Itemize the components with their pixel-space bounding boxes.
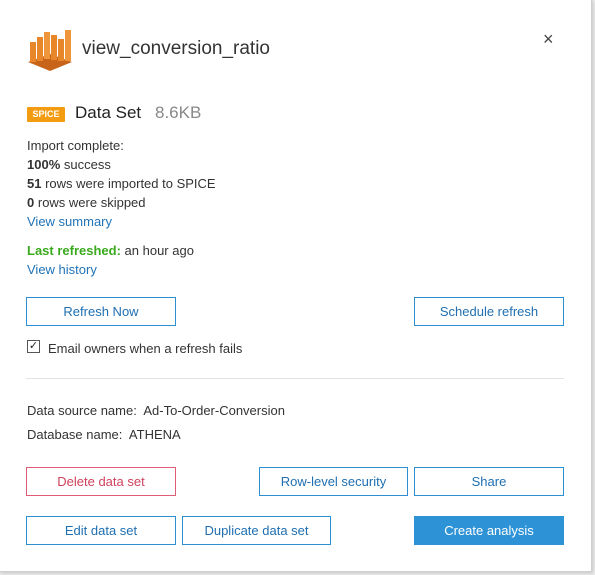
duplicate-data-set-button[interactable]: Duplicate data set (182, 516, 331, 545)
schedule-refresh-button[interactable]: Schedule refresh (414, 297, 564, 326)
delete-data-set-button[interactable]: Delete data set (26, 467, 176, 496)
view-history-link[interactable]: View history (27, 262, 97, 277)
dataset-type-label: Data Set (75, 103, 142, 122)
import-success-line: 100% success (27, 157, 111, 172)
database-label: Database name: (27, 427, 123, 442)
share-button[interactable]: Share (414, 467, 564, 496)
last-refreshed-line: Last refreshed: an hour ago (27, 243, 194, 258)
dataset-size: 8.6KB (155, 103, 202, 122)
last-refreshed-value: an hour ago (124, 243, 194, 258)
dataset-title: view_conversion_ratio (82, 38, 270, 59)
create-analysis-button[interactable]: Create analysis (414, 516, 564, 545)
email-owners-checkbox[interactable]: ✓ (27, 340, 40, 353)
data-source-value: Ad-To-Order-Conversion (143, 403, 285, 418)
success-text: success (63, 157, 111, 172)
data-source-line: Data source name: Ad-To-Order-Conversion (27, 403, 285, 418)
import-status: Import complete: (27, 138, 124, 153)
rows-skipped-text: rows were skipped (37, 195, 146, 210)
edit-data-set-button[interactable]: Edit data set (26, 516, 176, 545)
close-icon[interactable]: × (543, 29, 554, 50)
rows-skipped-count: 0 (27, 195, 35, 210)
quicksight-bars-icon (26, 28, 74, 72)
section-divider (26, 378, 564, 379)
database-line: Database name: ATHENA (27, 427, 181, 442)
refresh-now-button[interactable]: Refresh Now (26, 297, 176, 326)
data-source-label: Data source name: (27, 403, 137, 418)
row-level-security-button[interactable]: Row-level security (259, 467, 408, 496)
rows-skipped-line: 0 rows were skipped (27, 195, 146, 210)
success-percent: 100% (27, 157, 61, 172)
dataset-details-panel: view_conversion_ratio × SPICE Data Set 8… (0, 0, 592, 572)
rows-imported-count: 51 (27, 176, 42, 191)
rows-imported-line: 51 rows were imported to SPICE (27, 176, 216, 191)
view-summary-link[interactable]: View summary (27, 214, 112, 229)
spice-badge: SPICE (27, 107, 65, 122)
database-value: ATHENA (128, 427, 181, 442)
last-refreshed-label: Last refreshed: (27, 243, 121, 258)
email-owners-label[interactable]: Email owners when a refresh fails (48, 341, 242, 356)
rows-imported-text: rows were imported to SPICE (45, 176, 216, 191)
